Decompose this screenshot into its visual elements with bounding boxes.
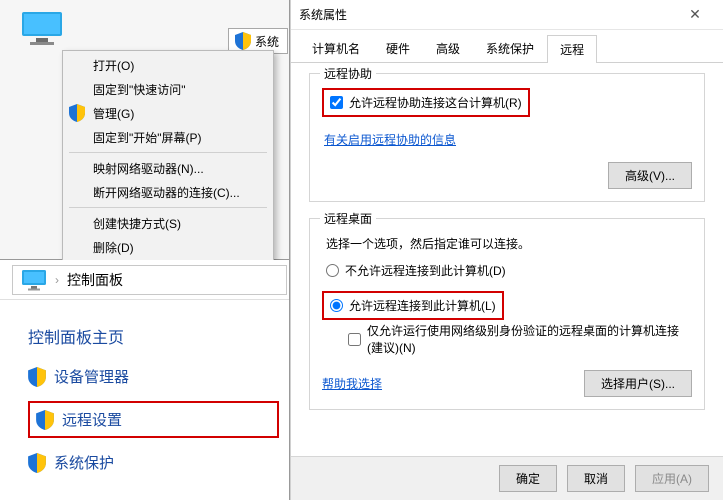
remote-assist-info-link[interactable]: 有关启用远程协助的信息 <box>324 131 456 148</box>
system-properties-dialog: 系统属性 ✕ 计算机名 硬件 高级 系统保护 远程 远程协助 允许远程协助连接这… <box>290 0 723 500</box>
dialog-title: 系统属性 <box>299 6 347 23</box>
system-button-label: 系统 <box>255 33 279 50</box>
tab-advanced[interactable]: 高级 <box>423 34 473 62</box>
radio-allow-label: 允许远程连接到此计算机(L) <box>349 297 496 314</box>
select-users-button[interactable]: 选择用户(S)... <box>584 370 692 397</box>
this-pc-icon[interactable] <box>20 10 64 49</box>
context-menu: 打开(O) 固定到"快速访问" 管理(G) 固定到"开始"屏幕(P) 映射网络驱… <box>62 50 274 293</box>
ctx-open-label: 打开(O) <box>93 57 134 74</box>
ctx-create-shortcut[interactable]: 创建快捷方式(S) <box>63 211 273 235</box>
shield-icon <box>69 104 85 125</box>
tab-advanced-label: 高级 <box>436 42 460 56</box>
remote-assist-advanced-button[interactable]: 高级(V)... <box>608 162 692 189</box>
breadcrumb[interactable]: › 控制面板 <box>12 265 287 295</box>
remote-desktop-group-label: 远程桌面 <box>320 210 376 227</box>
tab-protection-label: 系统保护 <box>486 42 534 56</box>
ctx-map-drive-label: 映射网络驱动器(N)... <box>93 160 204 177</box>
desktop-bg: 系统 打开(O) 固定到"快速访问" 管理(G) 固定到"开始"屏幕(P) 映射… <box>0 0 289 260</box>
control-panel: › 控制面板 控制面板主页 设备管理器 远程设置 系统保护 <box>0 260 289 500</box>
help-choose-link[interactable]: 帮助我选择 <box>322 375 382 392</box>
radio-deny-remote[interactable]: 不允许远程连接到此计算机(D) <box>326 262 692 279</box>
cancel-button[interactable]: 取消 <box>567 465 625 492</box>
nla-checkbox[interactable]: 仅允许运行使用网络级别身份验证的远程桌面的计算机连接(建议)(N) <box>348 322 692 356</box>
radio-deny-input[interactable] <box>326 264 339 277</box>
breadcrumb-text: 控制面板 <box>67 270 123 290</box>
ctx-open[interactable]: 打开(O) <box>63 53 273 77</box>
device-manager-label: 设备管理器 <box>54 366 129 387</box>
tabs: 计算机名 硬件 高级 系统保护 远程 <box>291 30 723 63</box>
allow-remote-assist-label: 允许远程协助连接这台计算机(R) <box>349 94 522 111</box>
ctx-delete-label: 删除(D) <box>93 239 134 256</box>
monitor-icon <box>21 269 47 291</box>
tab-computer-name[interactable]: 计算机名 <box>299 34 373 62</box>
dialog-button-bar: 确定 取消 应用(A) <box>291 456 723 500</box>
allow-remote-assist-checkbox[interactable]: 允许远程协助连接这台计算机(R) <box>330 94 522 111</box>
ctx-disc-label: 断开网络驱动器的连接(C)... <box>93 184 240 201</box>
tab-hardware-label: 硬件 <box>386 42 410 56</box>
tab-remote[interactable]: 远程 <box>547 35 597 63</box>
cp-title: 控制面板主页 <box>28 324 279 348</box>
close-button[interactable]: ✕ <box>675 4 715 26</box>
shield-icon <box>28 367 46 387</box>
tab-protection[interactable]: 系统保护 <box>473 34 547 62</box>
shield-icon <box>36 410 54 430</box>
ctx-disconnect-drive[interactable]: 断开网络驱动器的连接(C)... <box>63 180 273 204</box>
ctx-shortcut-label: 创建快捷方式(S) <box>93 215 181 232</box>
breadcrumb-bar: › 控制面板 <box>0 260 289 300</box>
ctx-pin-quick-label: 固定到"快速访问" <box>93 81 186 98</box>
ctx-manage[interactable]: 管理(G) <box>63 101 273 125</box>
nla-input[interactable] <box>348 333 361 346</box>
dialog-titlebar: 系统属性 ✕ <box>291 0 723 30</box>
remote-desktop-group: 远程桌面 选择一个选项，然后指定谁可以连接。 不允许远程连接到此计算机(D) 允… <box>309 218 705 410</box>
apply-button[interactable]: 应用(A) <box>635 465 709 492</box>
allow-remote-assist-input[interactable] <box>330 96 343 109</box>
remote-assist-group: 远程协助 允许远程协助连接这台计算机(R) 有关启用远程协助的信息 高级(V).… <box>309 73 705 202</box>
system-protection-label: 系统保护 <box>54 452 114 473</box>
ctx-pin-start-label: 固定到"开始"屏幕(P) <box>93 129 202 146</box>
remote-settings-label: 远程设置 <box>62 409 122 430</box>
nla-label: 仅允许运行使用网络级别身份验证的远程桌面的计算机连接(建议)(N) <box>367 322 692 356</box>
ctx-map-drive[interactable]: 映射网络驱动器(N)... <box>63 156 273 180</box>
ctx-pin-start[interactable]: 固定到"开始"屏幕(P) <box>63 125 273 149</box>
remote-assist-group-label: 远程协助 <box>320 65 376 82</box>
separator <box>69 152 267 153</box>
ok-button[interactable]: 确定 <box>499 465 557 492</box>
radio-allow-input[interactable] <box>330 299 343 312</box>
tab-computer-name-label: 计算机名 <box>312 42 360 56</box>
ctx-manage-label: 管理(G) <box>93 105 134 122</box>
ctx-delete[interactable]: 删除(D) <box>63 235 273 259</box>
tab-remote-label: 远程 <box>560 43 584 57</box>
shield-icon <box>28 453 46 473</box>
system-protection-link[interactable]: 系统保护 <box>28 452 279 473</box>
tab-hardware[interactable]: 硬件 <box>373 34 423 62</box>
remote-settings-link[interactable]: 远程设置 <box>28 401 279 438</box>
separator <box>69 207 267 208</box>
remote-desktop-desc: 选择一个选项，然后指定谁可以连接。 <box>326 235 692 252</box>
radio-deny-label: 不允许远程连接到此计算机(D) <box>345 262 506 279</box>
device-manager-link[interactable]: 设备管理器 <box>28 366 279 387</box>
ctx-pin-quick[interactable]: 固定到"快速访问" <box>63 77 273 101</box>
radio-allow-remote[interactable]: 允许远程连接到此计算机(L) <box>330 297 496 314</box>
